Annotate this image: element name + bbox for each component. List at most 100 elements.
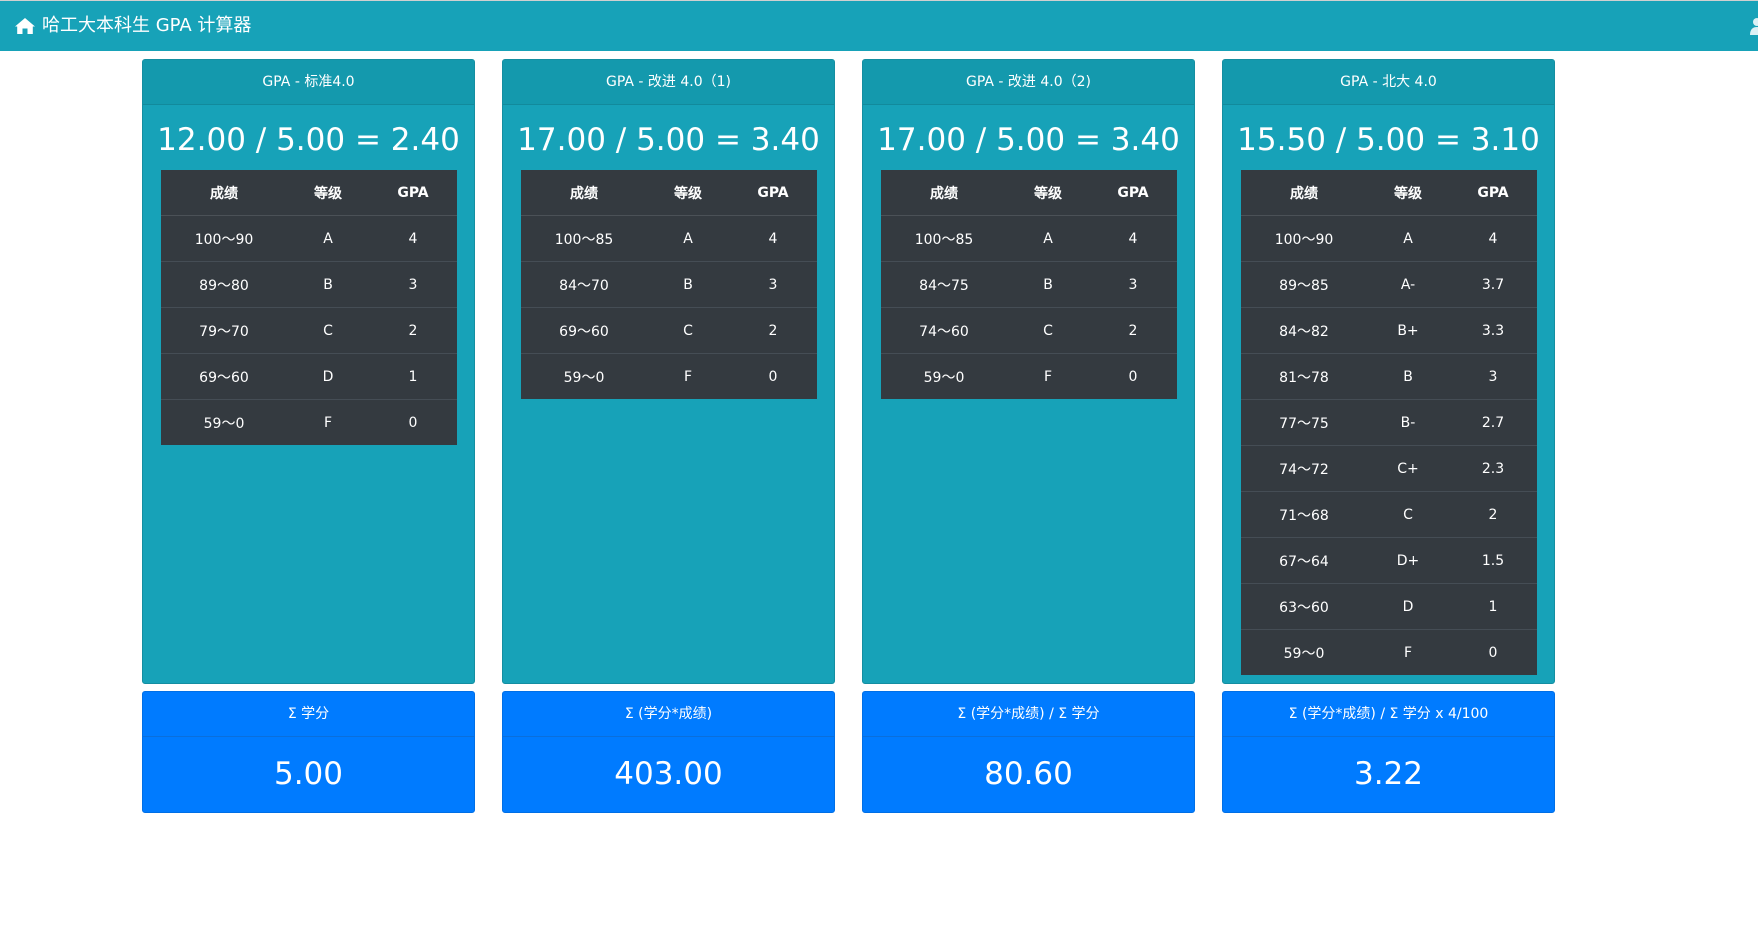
score-range-cell: 71～68 xyxy=(1241,491,1367,538)
table-row: 59～0 F 0 xyxy=(881,353,1177,399)
navbar-brand[interactable]: 哈工大本科生 GPA 计算器 xyxy=(14,11,251,41)
gpa-value-cell: 3 xyxy=(1089,261,1177,308)
gpa-value-cell: 4 xyxy=(1449,215,1537,262)
stat-card-total-credits: Σ 学分 5.00 xyxy=(142,691,475,813)
grade-cell: A- xyxy=(1367,261,1449,308)
column-header-score: 成绩 xyxy=(161,170,287,216)
grade-cell: A xyxy=(1367,215,1449,262)
grade-cell: F xyxy=(287,399,369,445)
grade-cell: C xyxy=(1367,491,1449,538)
score-range-cell: 81～78 xyxy=(1241,353,1367,400)
score-range-cell: 84～75 xyxy=(881,261,1007,308)
gpa-card-pku: GPA - 北大 4.0 15.50 / 5.00 = 3.10 成绩 等级 G… xyxy=(1222,59,1555,684)
gpa-value-cell: 2.3 xyxy=(1449,445,1537,492)
card-title: GPA - 北大 4.0 xyxy=(1223,60,1554,105)
table-row: 100～90 A 4 xyxy=(161,215,457,262)
score-range-cell: 69～60 xyxy=(521,307,647,354)
grade-cell: B xyxy=(1007,261,1089,308)
grade-cell: B+ xyxy=(1367,307,1449,354)
grade-cell: B- xyxy=(1367,399,1449,446)
gpa-value-cell: 1.5 xyxy=(1449,537,1537,584)
column-header-gpa: GPA xyxy=(729,170,817,216)
stat-label: Σ (学分*成绩) / Σ 学分 xyxy=(863,692,1194,737)
score-range-cell: 100～90 xyxy=(1241,215,1367,262)
gpa-value-cell: 0 xyxy=(1089,353,1177,399)
gpa-formula: 17.00 / 5.00 = 3.40 xyxy=(877,122,1180,158)
table-row: 59～0 F 0 xyxy=(521,353,817,399)
table-row: 69～60 C 2 xyxy=(521,307,817,354)
score-range-cell: 89～85 xyxy=(1241,261,1367,308)
table-header-row: 成绩 等级 GPA xyxy=(1241,170,1537,216)
score-range-cell: 100～85 xyxy=(521,215,647,262)
gpa-value-cell: 4 xyxy=(1089,215,1177,262)
gpa-card-improved-2: GPA - 改进 4.0（2) 17.00 / 5.00 = 3.40 成绩 等… xyxy=(862,59,1195,684)
grade-table: 成绩 等级 GPA 100～85 A 4 84～70 B 3 69～60 C 2 59～0 F 0 xyxy=(521,170,817,399)
stat-value: 3.22 xyxy=(1353,756,1424,792)
stat-card-weighted-sum: Σ (学分*成绩) 403.00 xyxy=(502,691,835,813)
table-row: 84～75 B 3 xyxy=(881,261,1177,308)
score-range-cell: 74～72 xyxy=(1241,445,1367,492)
score-range-cell: 77～75 xyxy=(1241,399,1367,446)
card-title: GPA - 改进 4.0（2) xyxy=(863,60,1194,105)
score-range-cell: 63～60 xyxy=(1241,583,1367,630)
column-header-gpa: GPA xyxy=(369,170,457,216)
table-row: 100～90 A 4 xyxy=(1241,215,1537,262)
score-range-cell: 69～60 xyxy=(161,353,287,400)
table-header-row: 成绩 等级 GPA xyxy=(521,170,817,216)
table-row: 71～68 C 2 xyxy=(1241,491,1537,538)
column-header-grade: 等级 xyxy=(287,170,369,216)
grade-cell: A xyxy=(1007,215,1089,262)
score-range-cell: 100～85 xyxy=(881,215,1007,262)
table-row: 89～80 B 3 xyxy=(161,261,457,308)
table-row: 74～72 C+ 2.3 xyxy=(1241,445,1537,492)
column-header-grade: 等级 xyxy=(1367,170,1449,216)
gpa-value-cell: 1 xyxy=(369,353,457,400)
card-title: GPA - 标准4.0 xyxy=(143,60,474,105)
grade-cell: C xyxy=(1007,307,1089,354)
gpa-formula: 12.00 / 5.00 = 2.40 xyxy=(157,122,460,158)
gpa-value-cell: 0 xyxy=(1449,629,1537,675)
navbar: 哈工大本科生 GPA 计算器 xyxy=(0,0,1758,51)
gpa-value-cell: 3 xyxy=(369,261,457,308)
stat-label: Σ (学分*成绩) xyxy=(503,692,834,737)
gpa-card-improved-1: GPA - 改进 4.0（1) 17.00 / 5.00 = 3.40 成绩 等… xyxy=(502,59,835,684)
column-header-gpa: GPA xyxy=(1089,170,1177,216)
grade-cell: B xyxy=(1367,353,1449,400)
gpa-value-cell: 2 xyxy=(729,307,817,354)
stat-value: 5.00 xyxy=(273,756,344,792)
table-row: 59～0 F 0 xyxy=(161,399,457,445)
table-row: 74～60 C 2 xyxy=(881,307,1177,354)
gpa-value-cell: 2 xyxy=(1449,491,1537,538)
table-row: 81～78 B 3 xyxy=(1241,353,1537,400)
stat-card-weighted-average: Σ (学分*成绩) / Σ 学分 80.60 xyxy=(862,691,1195,813)
table-row: 84～82 B+ 3.3 xyxy=(1241,307,1537,354)
gpa-value-cell: 2 xyxy=(1089,307,1177,354)
card-title: GPA - 改进 4.0（1) xyxy=(503,60,834,105)
stat-value: 403.00 xyxy=(614,756,723,792)
gpa-value-cell: 3.3 xyxy=(1449,307,1537,354)
table-row: 67～64 D+ 1.5 xyxy=(1241,537,1537,584)
grade-cell: C xyxy=(647,307,729,354)
gpa-value-cell: 2 xyxy=(369,307,457,354)
score-range-cell: 59～0 xyxy=(521,353,647,399)
gpa-value-cell: 2.7 xyxy=(1449,399,1537,446)
grade-cell: B xyxy=(287,261,369,308)
stat-label: Σ (学分*成绩) / Σ 学分 x 4/100 xyxy=(1223,692,1554,737)
user-icon[interactable] xyxy=(1750,17,1758,35)
gpa-formula: 15.50 / 5.00 = 3.10 xyxy=(1237,122,1540,158)
table-header-row: 成绩 等级 GPA xyxy=(161,170,457,216)
app-title: 哈工大本科生 GPA 计算器 xyxy=(42,15,252,36)
table-row: 89～85 A- 3.7 xyxy=(1241,261,1537,308)
grade-cell: B xyxy=(647,261,729,308)
grade-table: 成绩 等级 GPA 100～85 A 4 84～75 B 3 74～60 C 2 59～0 F 0 xyxy=(881,170,1177,399)
score-range-cell: 67～64 xyxy=(1241,537,1367,584)
score-range-cell: 59～0 xyxy=(1241,629,1367,675)
grade-cell: A xyxy=(647,215,729,262)
gpa-card-standard: GPA - 标准4.0 12.00 / 5.00 = 2.40 成绩 等级 GP… xyxy=(142,59,475,684)
grade-cell: F xyxy=(647,353,729,399)
table-row: 77～75 B- 2.7 xyxy=(1241,399,1537,446)
gpa-value-cell: 3 xyxy=(729,261,817,308)
column-header-grade: 等级 xyxy=(1007,170,1089,216)
score-range-cell: 74～60 xyxy=(881,307,1007,354)
grade-table: 成绩 等级 GPA 100～90 A 4 89～80 B 3 79～70 C 2 69～60 D 1 5… xyxy=(161,170,457,445)
